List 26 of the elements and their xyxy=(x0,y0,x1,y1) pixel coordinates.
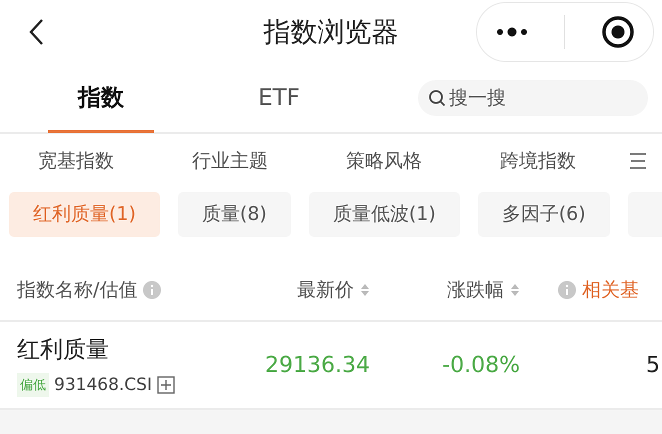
column-header[interactable]: 指数名称/估值 xyxy=(17,277,138,303)
valuation-tag: 偏低 xyxy=(17,372,49,396)
search-icon xyxy=(428,89,446,107)
filter-chip[interactable]: 质量(8) xyxy=(178,192,291,236)
add-icon[interactable] xyxy=(156,376,175,394)
column-header[interactable]: 涨跌幅 xyxy=(447,277,504,303)
price-cell: 29136.34 xyxy=(265,352,370,378)
fund-count-cell: 5 xyxy=(646,352,660,378)
page-title: 指数浏览器 xyxy=(264,16,398,50)
search-field[interactable]: 搜一搜 xyxy=(418,80,648,116)
tab[interactable]: ETF xyxy=(226,65,332,133)
filter-chip[interactable]: 多因子(6) xyxy=(478,192,610,236)
index-name[interactable]: 红利质量 xyxy=(17,334,109,364)
more-icon[interactable] xyxy=(494,26,529,38)
category-tab[interactable]: 跨境指数 xyxy=(500,148,654,174)
category-tab[interactable]: 策略风格 xyxy=(346,148,500,174)
menu-icon[interactable] xyxy=(629,152,647,170)
change-cell: -0.08% xyxy=(442,352,520,378)
back-icon[interactable] xyxy=(28,18,44,46)
category-tab[interactable]: 行业主题 xyxy=(192,148,346,174)
column-header[interactable]: 最新价 xyxy=(297,277,354,303)
category-tab[interactable]: 宽基指数 xyxy=(38,148,192,174)
tab[interactable]: 指数 xyxy=(48,65,154,133)
filter-chip[interactable]: 质量低波(1) xyxy=(308,192,460,236)
column-header: 相关基 xyxy=(582,278,639,303)
index-code: 931468.CSI xyxy=(54,374,152,394)
